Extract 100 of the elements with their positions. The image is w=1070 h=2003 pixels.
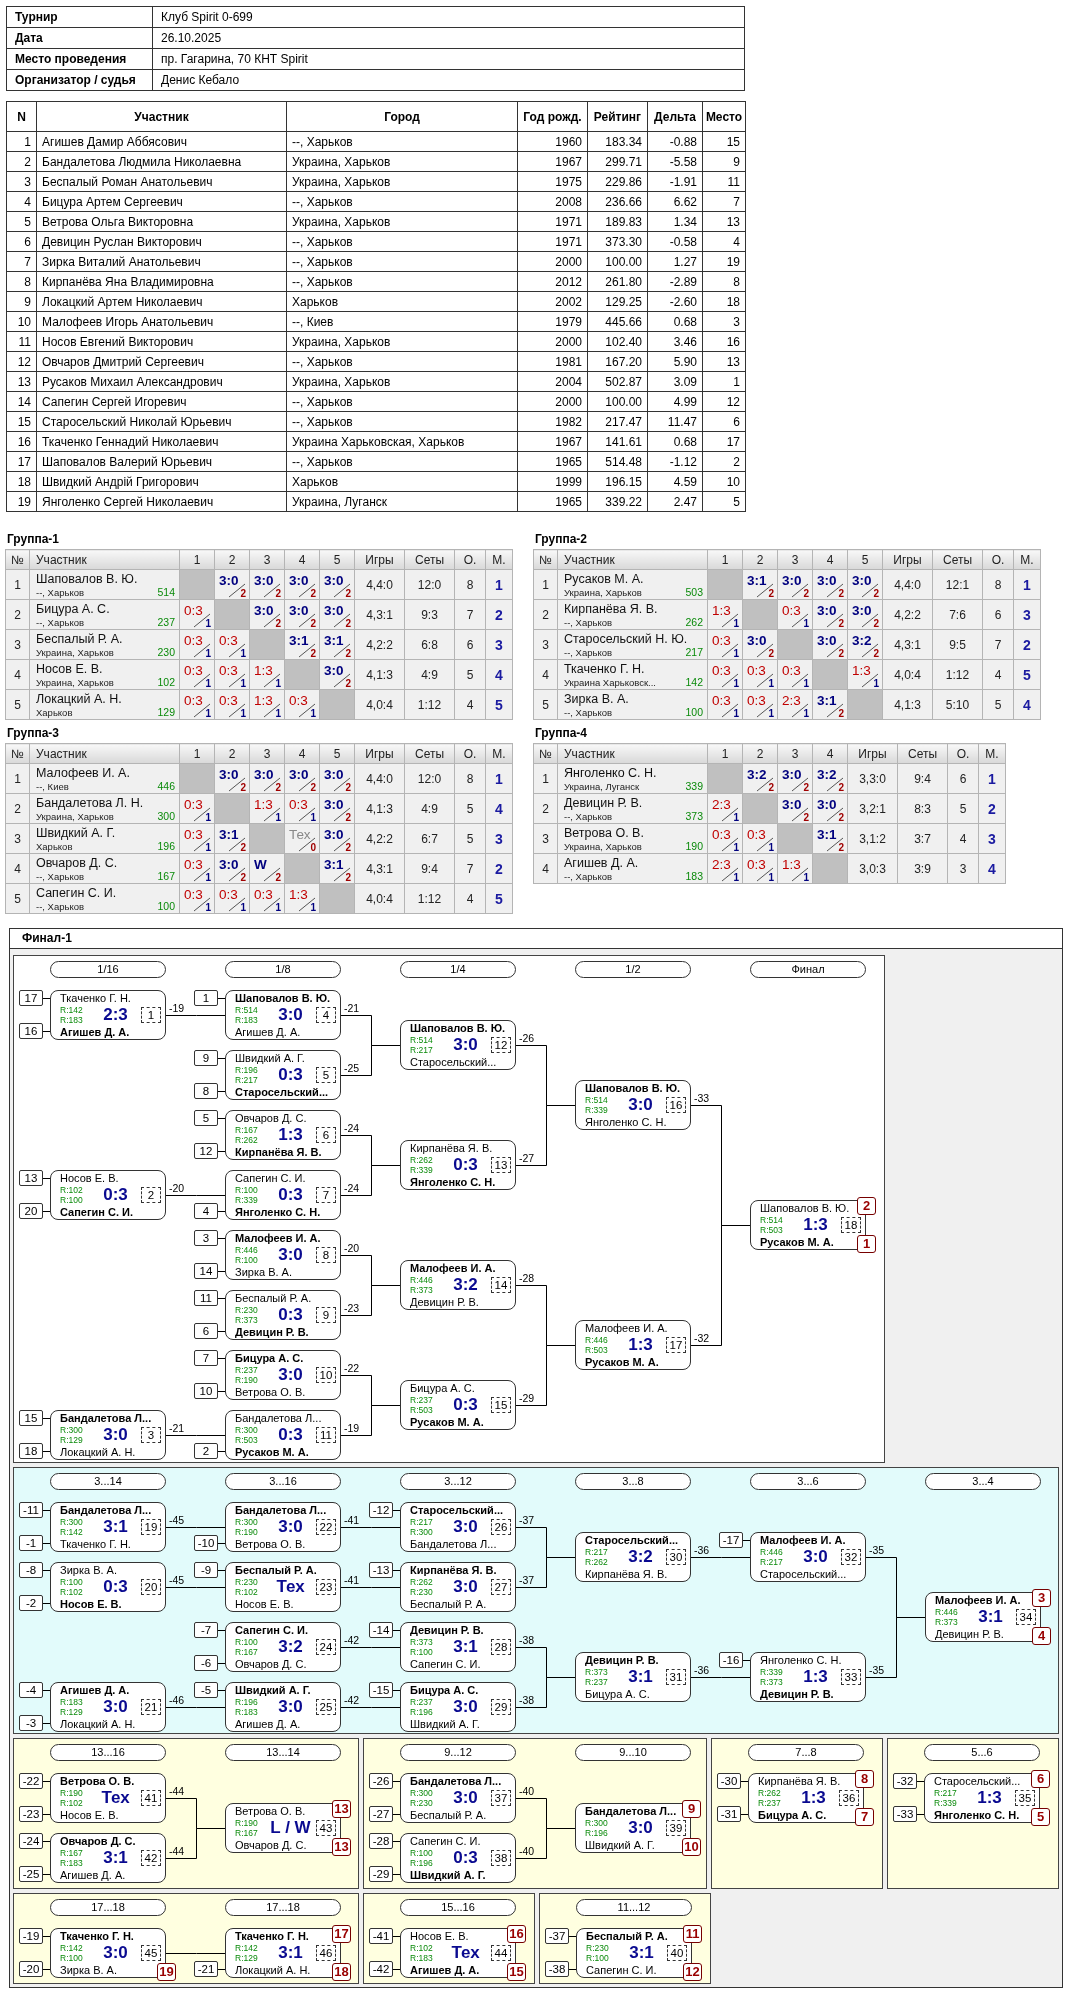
player-rating: R:230	[235, 1305, 259, 1315]
table-cell: 6.62	[647, 191, 703, 212]
match-score: 3:0	[289, 767, 309, 782]
player-rating: R:237	[758, 1798, 782, 1808]
table-cell: -0.88	[647, 131, 703, 152]
connector-line	[340, 1165, 401, 1196]
player-rating: R:446	[585, 1335, 609, 1345]
slash-mark	[298, 613, 316, 628]
player-rating: R:167	[235, 1828, 259, 1838]
table-cell: Зирка Виталий Анатольевич	[36, 251, 287, 272]
player-rating: R:100	[60, 1195, 84, 1205]
player-name: Девицин Р. В.	[410, 1295, 480, 1309]
table-cell: -2.60	[647, 291, 703, 312]
player-name: Бицура А. С.	[410, 1683, 480, 1697]
match-score: Тех	[289, 827, 311, 842]
table-cell: 1965	[517, 491, 588, 512]
match-score: 1:3	[277, 1125, 304, 1145]
loser-label: -42	[344, 1694, 360, 1706]
match-number: 1	[141, 1007, 161, 1023]
slash-mark	[228, 867, 246, 882]
points-value: 2	[873, 618, 879, 629]
round-header: 3...14	[50, 1473, 166, 1490]
table-cell: 0.68	[647, 311, 703, 332]
player-name: Старосельский Н. Ю.	[564, 631, 689, 647]
player-rating: R:183	[235, 1015, 259, 1025]
table-cell: 3	[6, 171, 37, 192]
slash-mark	[193, 673, 211, 688]
match-score: 3:2	[627, 1547, 654, 1567]
seed-number: -38	[545, 1961, 569, 1977]
points-value: 2	[240, 872, 246, 883]
table-cell: 3:7	[897, 823, 948, 854]
match-score: 3:0	[852, 573, 872, 588]
player-name: Бандалетова Л...	[410, 1537, 498, 1551]
points-value: 1	[873, 678, 879, 689]
player-city: --, Харьков	[36, 900, 85, 912]
connector-line	[865, 1617, 926, 1678]
loser-label: -40	[519, 1785, 535, 1797]
table-cell: 15	[702, 131, 746, 152]
match-score: 1:3	[627, 1335, 654, 1355]
player-name: Ветрова О. В.	[60, 1774, 136, 1788]
match-number: 11	[316, 1427, 336, 1443]
player-rating: R:503	[410, 1405, 434, 1415]
table-cell: 6:8	[404, 629, 455, 660]
match-score: 0:3	[782, 603, 801, 618]
table-cell: 11	[6, 331, 37, 352]
player-name: Носов Е. В.	[235, 1597, 295, 1611]
table-cell: 0.68	[647, 431, 703, 452]
seed-number: -9	[194, 1562, 218, 1578]
player-rating: 339	[685, 780, 703, 792]
match-number: 37	[491, 1790, 511, 1806]
player-name: Кирпанёва Я. В.	[410, 1141, 494, 1155]
points-value: 2	[345, 782, 351, 793]
column-header: Сеты	[897, 743, 948, 764]
player-rating: R:190	[235, 1818, 259, 1828]
points-value: 1	[275, 902, 281, 913]
player-name: Шаповалов В. Ю.	[410, 1021, 507, 1035]
player-name: Кирпанёва Я. В.	[585, 1567, 669, 1581]
column-header: №	[5, 743, 30, 764]
player-city: --, Харьков	[564, 616, 613, 628]
column-header: 3	[777, 549, 813, 570]
slash-mark	[228, 643, 246, 658]
table-cell: 339.22	[587, 491, 648, 512]
column-header: Игры	[847, 743, 898, 764]
table-cell: --, Харьков	[286, 191, 518, 212]
loser-label: -45	[169, 1514, 185, 1526]
loser-label: -40	[519, 1845, 535, 1857]
player-rating: R:102	[235, 1587, 259, 1597]
table-cell: 5	[5, 689, 30, 720]
table-cell: 1981	[517, 351, 588, 372]
match-number: 35	[1015, 1790, 1035, 1806]
match-score: 1:3	[254, 693, 273, 708]
match-score: 3:0	[277, 1697, 304, 1717]
slash-mark	[228, 897, 246, 912]
points-value: 1	[240, 902, 246, 913]
table-cell: 15	[6, 411, 37, 432]
table-cell: 1967	[517, 151, 588, 172]
player-name: Малофеев И. А.	[410, 1261, 497, 1275]
connector-line	[392, 1936, 401, 1937]
table-cell: Украина, Харьков	[286, 211, 518, 232]
match-number: 40	[667, 1945, 687, 1961]
player-name: Кирпанёва Я. В.	[235, 1145, 323, 1159]
seed-number: -25	[19, 1866, 43, 1882]
slash-mark	[228, 703, 246, 718]
player-rating: R:373	[760, 1677, 784, 1687]
table-cell: 14	[6, 391, 37, 412]
slash-mark	[193, 703, 211, 718]
place-badge: 15	[507, 1963, 526, 1981]
player-name: Ветрова О. В.	[564, 825, 645, 841]
column-header: Участник	[29, 743, 180, 764]
table-cell: --, Харьков	[286, 351, 518, 372]
column-header: 3	[249, 549, 285, 570]
table-cell: 7:6	[932, 599, 983, 630]
player-rating: R:300	[60, 1425, 84, 1435]
table-cell: --, Харьков	[286, 451, 518, 472]
connector-line	[42, 1690, 51, 1691]
player-rating: 237	[157, 616, 175, 628]
match-number: 20	[141, 1579, 161, 1595]
slash-mark	[333, 807, 351, 822]
table-cell: 1	[702, 371, 746, 392]
match-score: 3:0	[817, 603, 837, 618]
